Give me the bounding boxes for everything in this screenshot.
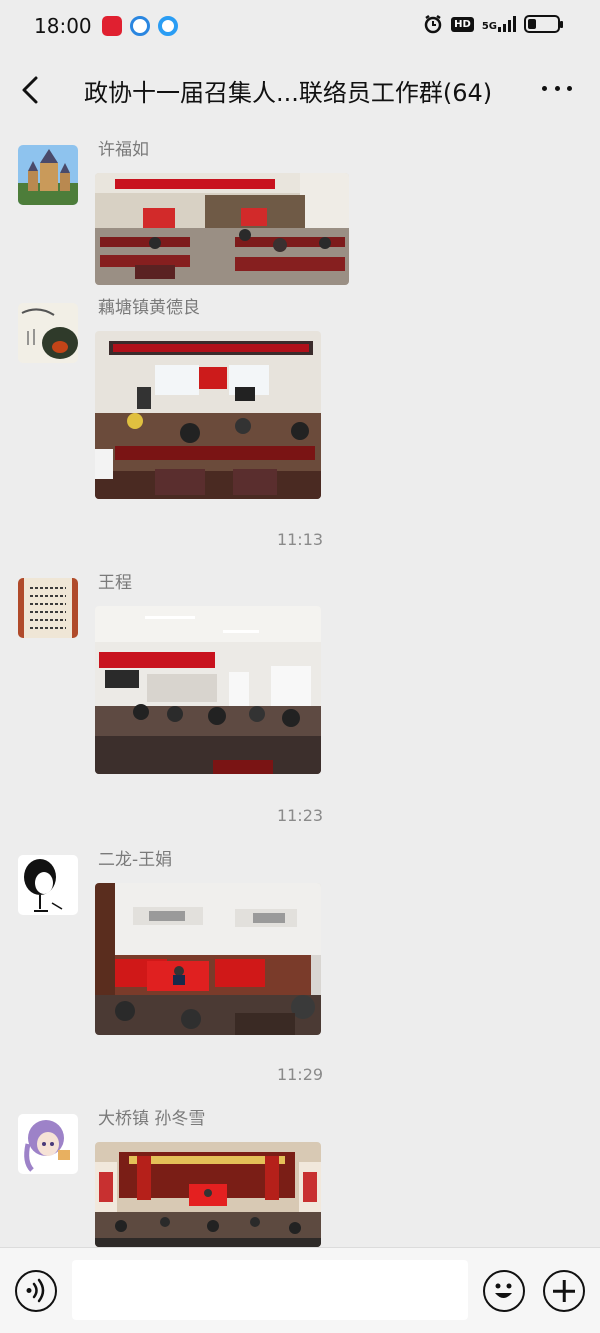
emoji-icon <box>495 1283 512 1298</box>
app-circle-icon <box>130 16 150 36</box>
anime-girl-avatar[interactable] <box>18 1114 78 1174</box>
time-divider: 11:13 <box>276 530 324 549</box>
voice-button[interactable] <box>15 1270 57 1312</box>
network-label: 5G <box>481 21 497 32</box>
hd-icon: HD <box>451 16 474 32</box>
emoji-button[interactable] <box>483 1270 525 1312</box>
auditorium-photo[interactable] <box>95 1142 321 1247</box>
battery-level <box>528 19 537 29</box>
castle-avatar[interactable] <box>18 145 78 205</box>
plus-button[interactable] <box>543 1270 585 1312</box>
app-heart-icon <box>102 16 122 36</box>
back-button[interactable] <box>14 70 50 110</box>
more-button[interactable] <box>542 76 572 100</box>
voice-icon <box>26 1278 45 1303</box>
sender-name: 王程 <box>98 573 132 593</box>
app-blue-icon <box>158 16 178 36</box>
sketch-girl-avatar[interactable] <box>18 855 78 915</box>
status-right-icons: HD 5G <box>423 14 563 34</box>
time-divider: 11:23 <box>276 806 324 825</box>
status-bar: 18:00 HD 5G <box>0 0 600 54</box>
ink-painting-avatar[interactable] <box>18 303 78 363</box>
sender-name: 大桥镇 孙冬雪 <box>98 1109 206 1129</box>
chat-header: 政协十一届召集人...联络员工作群(64) <box>0 54 600 126</box>
time-divider: 11:29 <box>276 1065 324 1084</box>
meeting-room-photo[interactable] <box>95 331 321 499</box>
alarm-icon <box>424 14 442 34</box>
more-icon <box>542 85 547 91</box>
chevron-left-icon <box>22 76 38 104</box>
battery-icon <box>524 15 563 33</box>
status-app-icons <box>102 16 178 36</box>
meeting-room-photo[interactable] <box>95 606 321 774</box>
sender-name: 二龙-王娟 <box>98 850 173 870</box>
chat-title: 政协十一届召集人...联络员工作群(64) <box>84 79 493 107</box>
message-input[interactable] <box>72 1260 468 1320</box>
sender-name: 许福如 <box>98 140 149 160</box>
input-bar <box>0 1247 600 1333</box>
signal-icon: 5G <box>482 16 516 32</box>
status-time: 18:00 <box>34 14 92 38</box>
meeting-room-photo[interactable] <box>95 173 349 285</box>
calligraphy-avatar[interactable] <box>18 578 78 638</box>
auditorium-photo[interactable] <box>95 883 321 1035</box>
sender-name: 藕塘镇黄德良 <box>98 298 200 318</box>
